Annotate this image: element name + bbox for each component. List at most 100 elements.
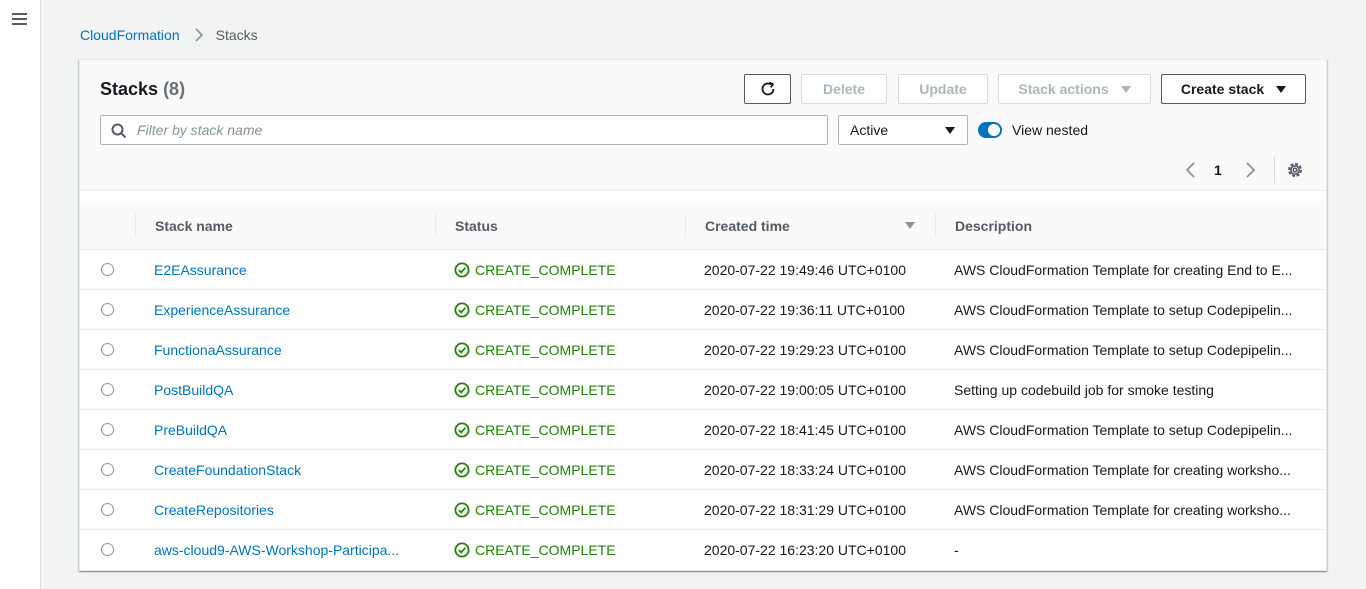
description-text: AWS CloudFormation Template to setup Cod… <box>954 342 1293 358</box>
column-header-status[interactable]: Status <box>455 201 498 250</box>
panel-header: Stacks (8) Delete Update Stack actions C… <box>80 60 1326 191</box>
chevron-down-icon <box>1120 85 1131 93</box>
breadcrumb: CloudFormation Stacks <box>80 26 258 44</box>
row-select-radio[interactable] <box>101 343 114 356</box>
stack-name-link[interactable]: PreBuildQA <box>154 422 227 438</box>
description-text: Setting up codebuild job for smoke testi… <box>954 382 1214 398</box>
description-text: AWS CloudFormation Template to setup Cod… <box>954 302 1293 318</box>
column-header-description[interactable]: Description <box>955 201 1032 250</box>
chevron-right-icon[interactable] <box>1240 160 1260 180</box>
stack-name-link[interactable]: CreateFoundationStack <box>154 462 301 478</box>
row-select-radio[interactable] <box>101 543 114 556</box>
left-navigation <box>0 0 41 589</box>
chevron-right-icon <box>194 28 204 42</box>
page-title-text: Stacks <box>100 79 159 99</box>
check-circle-icon <box>454 262 470 278</box>
created-time: 2020-07-22 19:00:05 UTC+0100 <box>704 382 906 398</box>
status-cell: CREATE_COMPLETE <box>454 250 674 290</box>
settings-icon[interactable] <box>1286 161 1304 179</box>
status-text: CREATE_COMPLETE <box>475 342 616 358</box>
description-text: AWS CloudFormation Template for creating… <box>954 502 1291 518</box>
delete-button[interactable]: Delete <box>801 74 887 104</box>
stacks-table: Stack name Status Created time Descripti… <box>80 201 1326 570</box>
status-filter-value: Active <box>850 122 889 138</box>
table-body: E2EAssurance CREATE_COMPLETE 2020-07-22 … <box>80 250 1326 570</box>
stack-actions-button[interactable]: Stack actions <box>998 74 1151 104</box>
stack-name-link[interactable]: ExperienceAssurance <box>154 302 290 318</box>
menu-icon[interactable] <box>12 11 28 27</box>
stack-name-link[interactable]: CreateRepositories <box>154 502 274 518</box>
search-box <box>100 115 828 145</box>
check-circle-icon <box>454 342 470 358</box>
table-row: E2EAssurance CREATE_COMPLETE 2020-07-22 … <box>80 250 1326 290</box>
stack-name-link[interactable]: PostBuildQA <box>154 382 233 398</box>
row-select-radio[interactable] <box>101 383 114 396</box>
status-cell: CREATE_COMPLETE <box>454 490 674 530</box>
status-text: CREATE_COMPLETE <box>475 422 616 438</box>
created-time: 2020-07-22 16:23:20 UTC+0100 <box>704 542 906 558</box>
created-time: 2020-07-22 18:31:29 UTC+0100 <box>704 502 906 518</box>
view-nested-label: View nested <box>1012 122 1089 138</box>
description-text: AWS CloudFormation Template for creating… <box>954 262 1293 278</box>
sort-down-icon[interactable] <box>905 222 915 229</box>
status-cell: CREATE_COMPLETE <box>454 410 674 450</box>
check-circle-icon <box>454 302 470 318</box>
status-cell: CREATE_COMPLETE <box>454 370 674 410</box>
stack-name-link[interactable]: aws-cloud9-AWS-Workshop-Participa... <box>154 542 399 558</box>
check-circle-icon <box>454 462 470 478</box>
table-row: PostBuildQA CREATE_COMPLETE 2020-07-22 1… <box>80 370 1326 410</box>
divider <box>1274 157 1275 183</box>
column-header-created-time[interactable]: Created time <box>705 201 790 250</box>
breadcrumb-current: Stacks <box>215 27 258 43</box>
update-button[interactable]: Update <box>898 74 988 104</box>
column-divider <box>435 213 436 237</box>
status-text: CREATE_COMPLETE <box>475 302 616 318</box>
table-row: PreBuildQA CREATE_COMPLETE 2020-07-22 18… <box>80 410 1326 450</box>
view-nested-toggle[interactable] <box>978 122 1002 138</box>
status-cell: CREATE_COMPLETE <box>454 450 674 490</box>
search-icon <box>111 123 127 139</box>
row-select-radio[interactable] <box>101 503 114 516</box>
create-stack-button[interactable]: Create stack <box>1161 74 1306 104</box>
chevron-down-icon <box>945 127 955 134</box>
column-divider <box>135 213 136 237</box>
row-select-radio[interactable] <box>101 423 114 436</box>
search-input[interactable] <box>135 116 815 144</box>
row-select-radio[interactable] <box>101 463 114 476</box>
chevron-left-icon[interactable] <box>1181 160 1201 180</box>
breadcrumb-cloudformation-link[interactable]: CloudFormation <box>80 27 180 43</box>
created-time: 2020-07-22 18:33:24 UTC+0100 <box>704 462 906 478</box>
created-time: 2020-07-22 18:41:45 UTC+0100 <box>704 422 906 438</box>
chevron-down-icon <box>1276 85 1287 93</box>
table-row: ExperienceAssurance CREATE_COMPLETE 2020… <box>80 290 1326 330</box>
stack-name-link[interactable]: E2EAssurance <box>154 262 247 278</box>
table-row: CreateRepositories CREATE_COMPLETE 2020-… <box>80 490 1326 530</box>
check-circle-icon <box>454 542 470 558</box>
table-row: aws-cloud9-AWS-Workshop-Participa... CRE… <box>80 530 1326 570</box>
description-text: - <box>954 542 959 558</box>
status-text: CREATE_COMPLETE <box>475 462 616 478</box>
refresh-icon <box>761 81 774 96</box>
created-time: 2020-07-22 19:49:46 UTC+0100 <box>704 262 906 278</box>
current-page-number[interactable]: 1 <box>1214 162 1222 178</box>
refresh-button[interactable] <box>744 74 791 104</box>
table-header: Stack name Status Created time Descripti… <box>80 201 1326 250</box>
status-filter-select[interactable]: Active <box>838 115 968 145</box>
row-select-radio[interactable] <box>101 263 114 276</box>
column-divider <box>935 213 936 237</box>
stack-count: (8) <box>163 79 186 99</box>
stack-name-link[interactable]: FunctionaAssurance <box>154 342 282 358</box>
check-circle-icon <box>454 502 470 518</box>
status-cell: CREATE_COMPLETE <box>454 290 674 330</box>
table-row: FunctionaAssurance CREATE_COMPLETE 2020-… <box>80 330 1326 370</box>
row-select-radio[interactable] <box>101 303 114 316</box>
stacks-panel: Stacks (8) Delete Update Stack actions C… <box>79 59 1327 571</box>
column-header-stack-name[interactable]: Stack name <box>155 201 233 250</box>
created-time: 2020-07-22 19:36:11 UTC+0100 <box>704 302 905 318</box>
create-stack-label: Create stack <box>1180 81 1265 97</box>
created-time: 2020-07-22 19:29:23 UTC+0100 <box>704 342 906 358</box>
status-text: CREATE_COMPLETE <box>475 502 616 518</box>
status-text: CREATE_COMPLETE <box>475 382 616 398</box>
check-circle-icon <box>454 422 470 438</box>
page-title: Stacks (8) <box>100 79 185 100</box>
